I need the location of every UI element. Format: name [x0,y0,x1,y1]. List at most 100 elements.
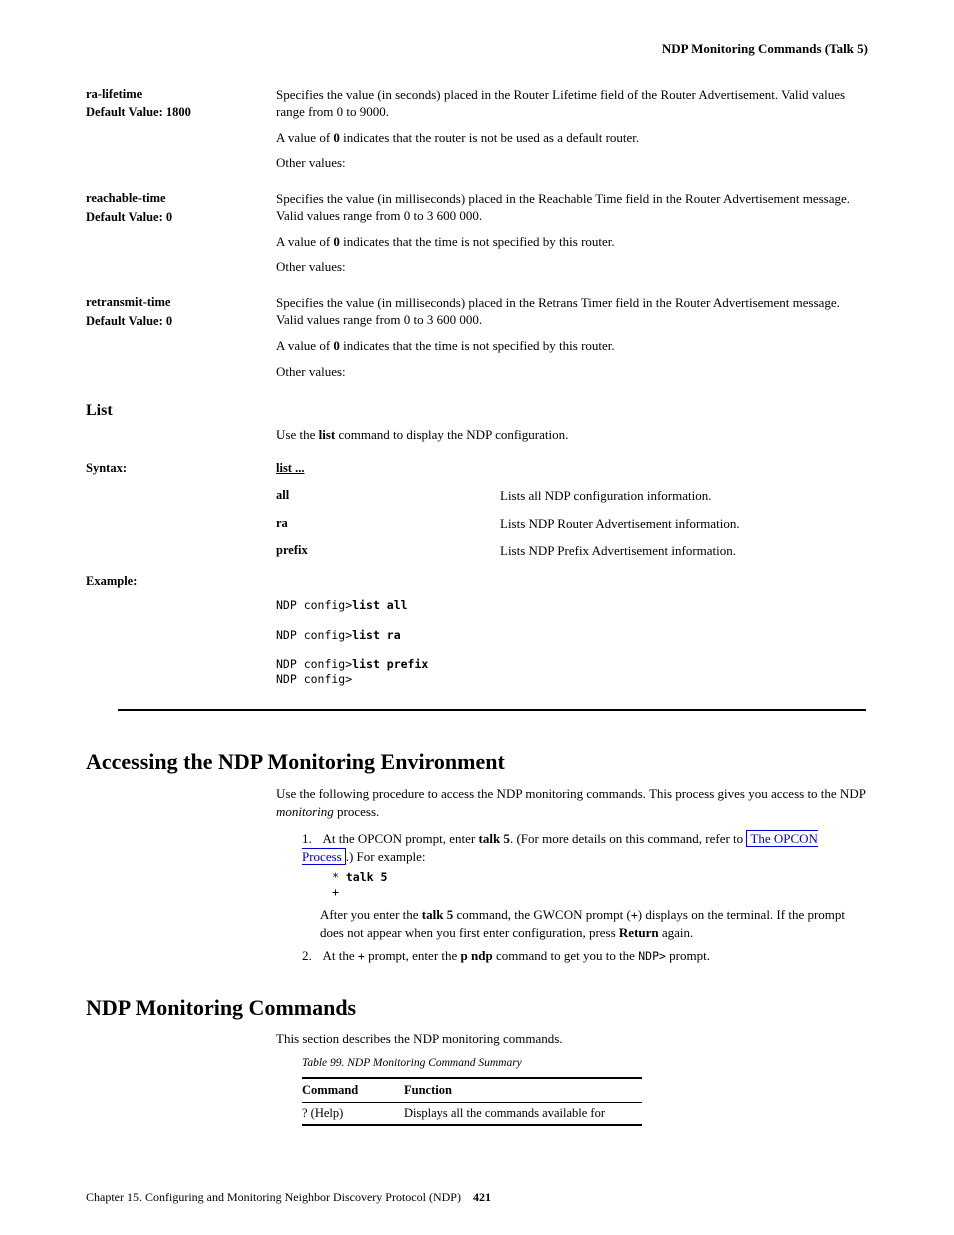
opt-desc: Lists all NDP configuration information. [500,487,711,505]
opt-desc: Lists NDP Router Advertisement informati… [500,515,740,533]
para2-pre: A value of [276,234,333,249]
para2-pre: A value of [276,338,333,353]
definition-body: Specifies the value (in seconds) placed … [276,86,868,172]
opt-label: all [276,487,500,505]
sp-mid: command, the GWCON prompt ( [453,907,631,922]
step-1: 1. At the OPCON prompt, enter talk 5. (F… [302,830,868,941]
mi-suf: process. [334,804,380,819]
monitor-heading: Accessing the NDP Monitoring Environment [86,747,868,777]
step2-num: 2. [302,947,320,965]
table-head-row: Command Function [302,1078,642,1102]
para1: Specifies the value (in milliseconds) pl… [276,190,868,225]
step2-end: prompt. [666,948,710,963]
sp-ret: Return [619,925,659,940]
mi-italic: monitoring [276,804,334,819]
example-block: NDP config>list all NDP config>list ra N… [276,598,868,688]
header-title: NDP Monitoring Commands (Talk 5) [662,41,868,56]
list-intro-suf: command to display the NDP configuration… [335,427,568,442]
para3: Other values: [276,258,868,276]
sp-bold: talk 5 [422,907,453,922]
td-fn: Displays all the commands available for [404,1103,642,1125]
para2: A value of 0 indicates that the time is … [276,233,868,251]
ex-cmd: list prefix [352,657,428,671]
definition-body: Specifies the value (in milliseconds) pl… [276,294,868,380]
cmd-table-wrap: Table 99. NDP Monitoring Command Summary… [302,1056,868,1126]
cmd-heading: NDP Monitoring Commands [86,993,868,1023]
ex-cmd: list all [352,598,407,612]
monitor-intro: Use the following procedure to access th… [276,785,868,820]
example-label: Example: [86,573,276,590]
para1: Specifies the value (in milliseconds) pl… [276,294,868,329]
step1-example: * talk 5 + [332,870,868,900]
para3: Other values: [276,363,868,381]
list-heading: List [86,400,868,422]
definition-body: Specifies the value (in milliseconds) pl… [276,190,868,276]
opt-label: ra [276,515,500,533]
term-default: Default Value: 1800 [86,104,261,121]
th-function: Function [404,1078,642,1102]
para2: A value of 0 indicates that the time is … [276,337,868,355]
step1-bold: talk 5 [479,831,510,846]
list-intro: Use the list command to display the NDP … [276,426,868,444]
ex-blank [276,642,283,656]
para2-pre: A value of [276,130,333,145]
opt-label: prefix [276,542,500,560]
step-2: 2. At the + prompt, enter the p ndp comm… [302,947,868,965]
para2-suf: indicates that the time is not specified… [340,234,615,249]
syntax-row: Syntax:list ... [86,459,868,477]
list-option-all: all Lists all NDP configuration informat… [276,487,868,505]
para2: A value of 0 indicates that the router i… [276,129,868,147]
step1-pre: At the OPCON prompt, enter [320,831,479,846]
step2-prompt: NDP> [638,949,666,963]
para3: Other values: [276,154,868,172]
syntax-cmd: list ... [276,461,304,475]
step1-suf: . (For more details on this command, ref… [510,831,746,846]
td-cmd: ? (Help) [302,1103,404,1125]
section-divider [118,709,866,711]
ex-blank [276,613,283,627]
term-default: Default Value: 0 [86,313,261,330]
step2-plus: + [358,949,365,963]
term: ra-lifetime Default Value: 1800 [86,86,261,122]
step1-after: .) For example: [346,849,426,864]
definition-reachable-time: reachable-time Default Value: 0 Specifie… [86,190,868,276]
para1: Specifies the value (in seconds) placed … [276,86,868,121]
footer-text: Chapter 15. Configuring and Monitoring N… [86,1190,461,1204]
step2-pre: At the [320,948,358,963]
th-command: Command [302,1078,404,1102]
cmd-table: Command Function ? (Help) Displays all t… [302,1077,642,1126]
term-default: Default Value: 0 [86,209,261,226]
cmd-table-title: Table 99. NDP Monitoring Command Summary [302,1056,868,1072]
sp-fin: again. [659,925,694,940]
page-footer: Chapter 15. Configuring and Monitoring N… [86,1189,491,1205]
list-option-ra: ra Lists NDP Router Advertisement inform… [276,515,868,533]
list-option-prefix: prefix Lists NDP Prefix Advertisement in… [276,542,868,560]
opt-desc: Lists NDP Prefix Advertisement informati… [500,542,736,560]
step1-post: After you enter the talk 5 command, the … [320,906,868,941]
ex-prompt: NDP config> [276,598,352,612]
term-label: reachable-time [86,191,166,205]
ex-plain: NDP config> [276,672,352,686]
example-label-row: Example: [86,572,868,590]
list-options: all Lists all NDP configuration informat… [276,487,868,560]
term: reachable-time Default Value: 0 [86,190,261,226]
page-header: NDP Monitoring Commands (Talk 5) [86,40,868,58]
step2-mid1: prompt, enter the [365,948,461,963]
sp-plus: + [631,908,638,922]
term: retransmit-time Default Value: 0 [86,294,261,330]
cmd-intro: This section describes the NDP monitorin… [276,1030,868,1048]
definition-retransmit-time: retransmit-time Default Value: 0 Specifi… [86,294,868,380]
footer-page: 421 [473,1190,491,1204]
step1-num: 1. [302,830,320,848]
step1-ex1-cmd: talk 5 [346,870,388,884]
term-label: ra-lifetime [86,87,142,101]
syntax-label: Syntax: [86,460,276,477]
mi-pre: Use the following procedure to access th… [276,786,865,801]
step2-b1: p ndp [461,948,493,963]
ex-prompt: NDP config> [276,657,352,671]
list-intro-pre: Use the [276,427,319,442]
ex-cmd: list ra [352,628,400,642]
step2-mid2: command to get you to the [493,948,639,963]
step1-ex1-star: * [332,870,346,884]
para2-suf: indicates that the time is not specified… [340,338,615,353]
